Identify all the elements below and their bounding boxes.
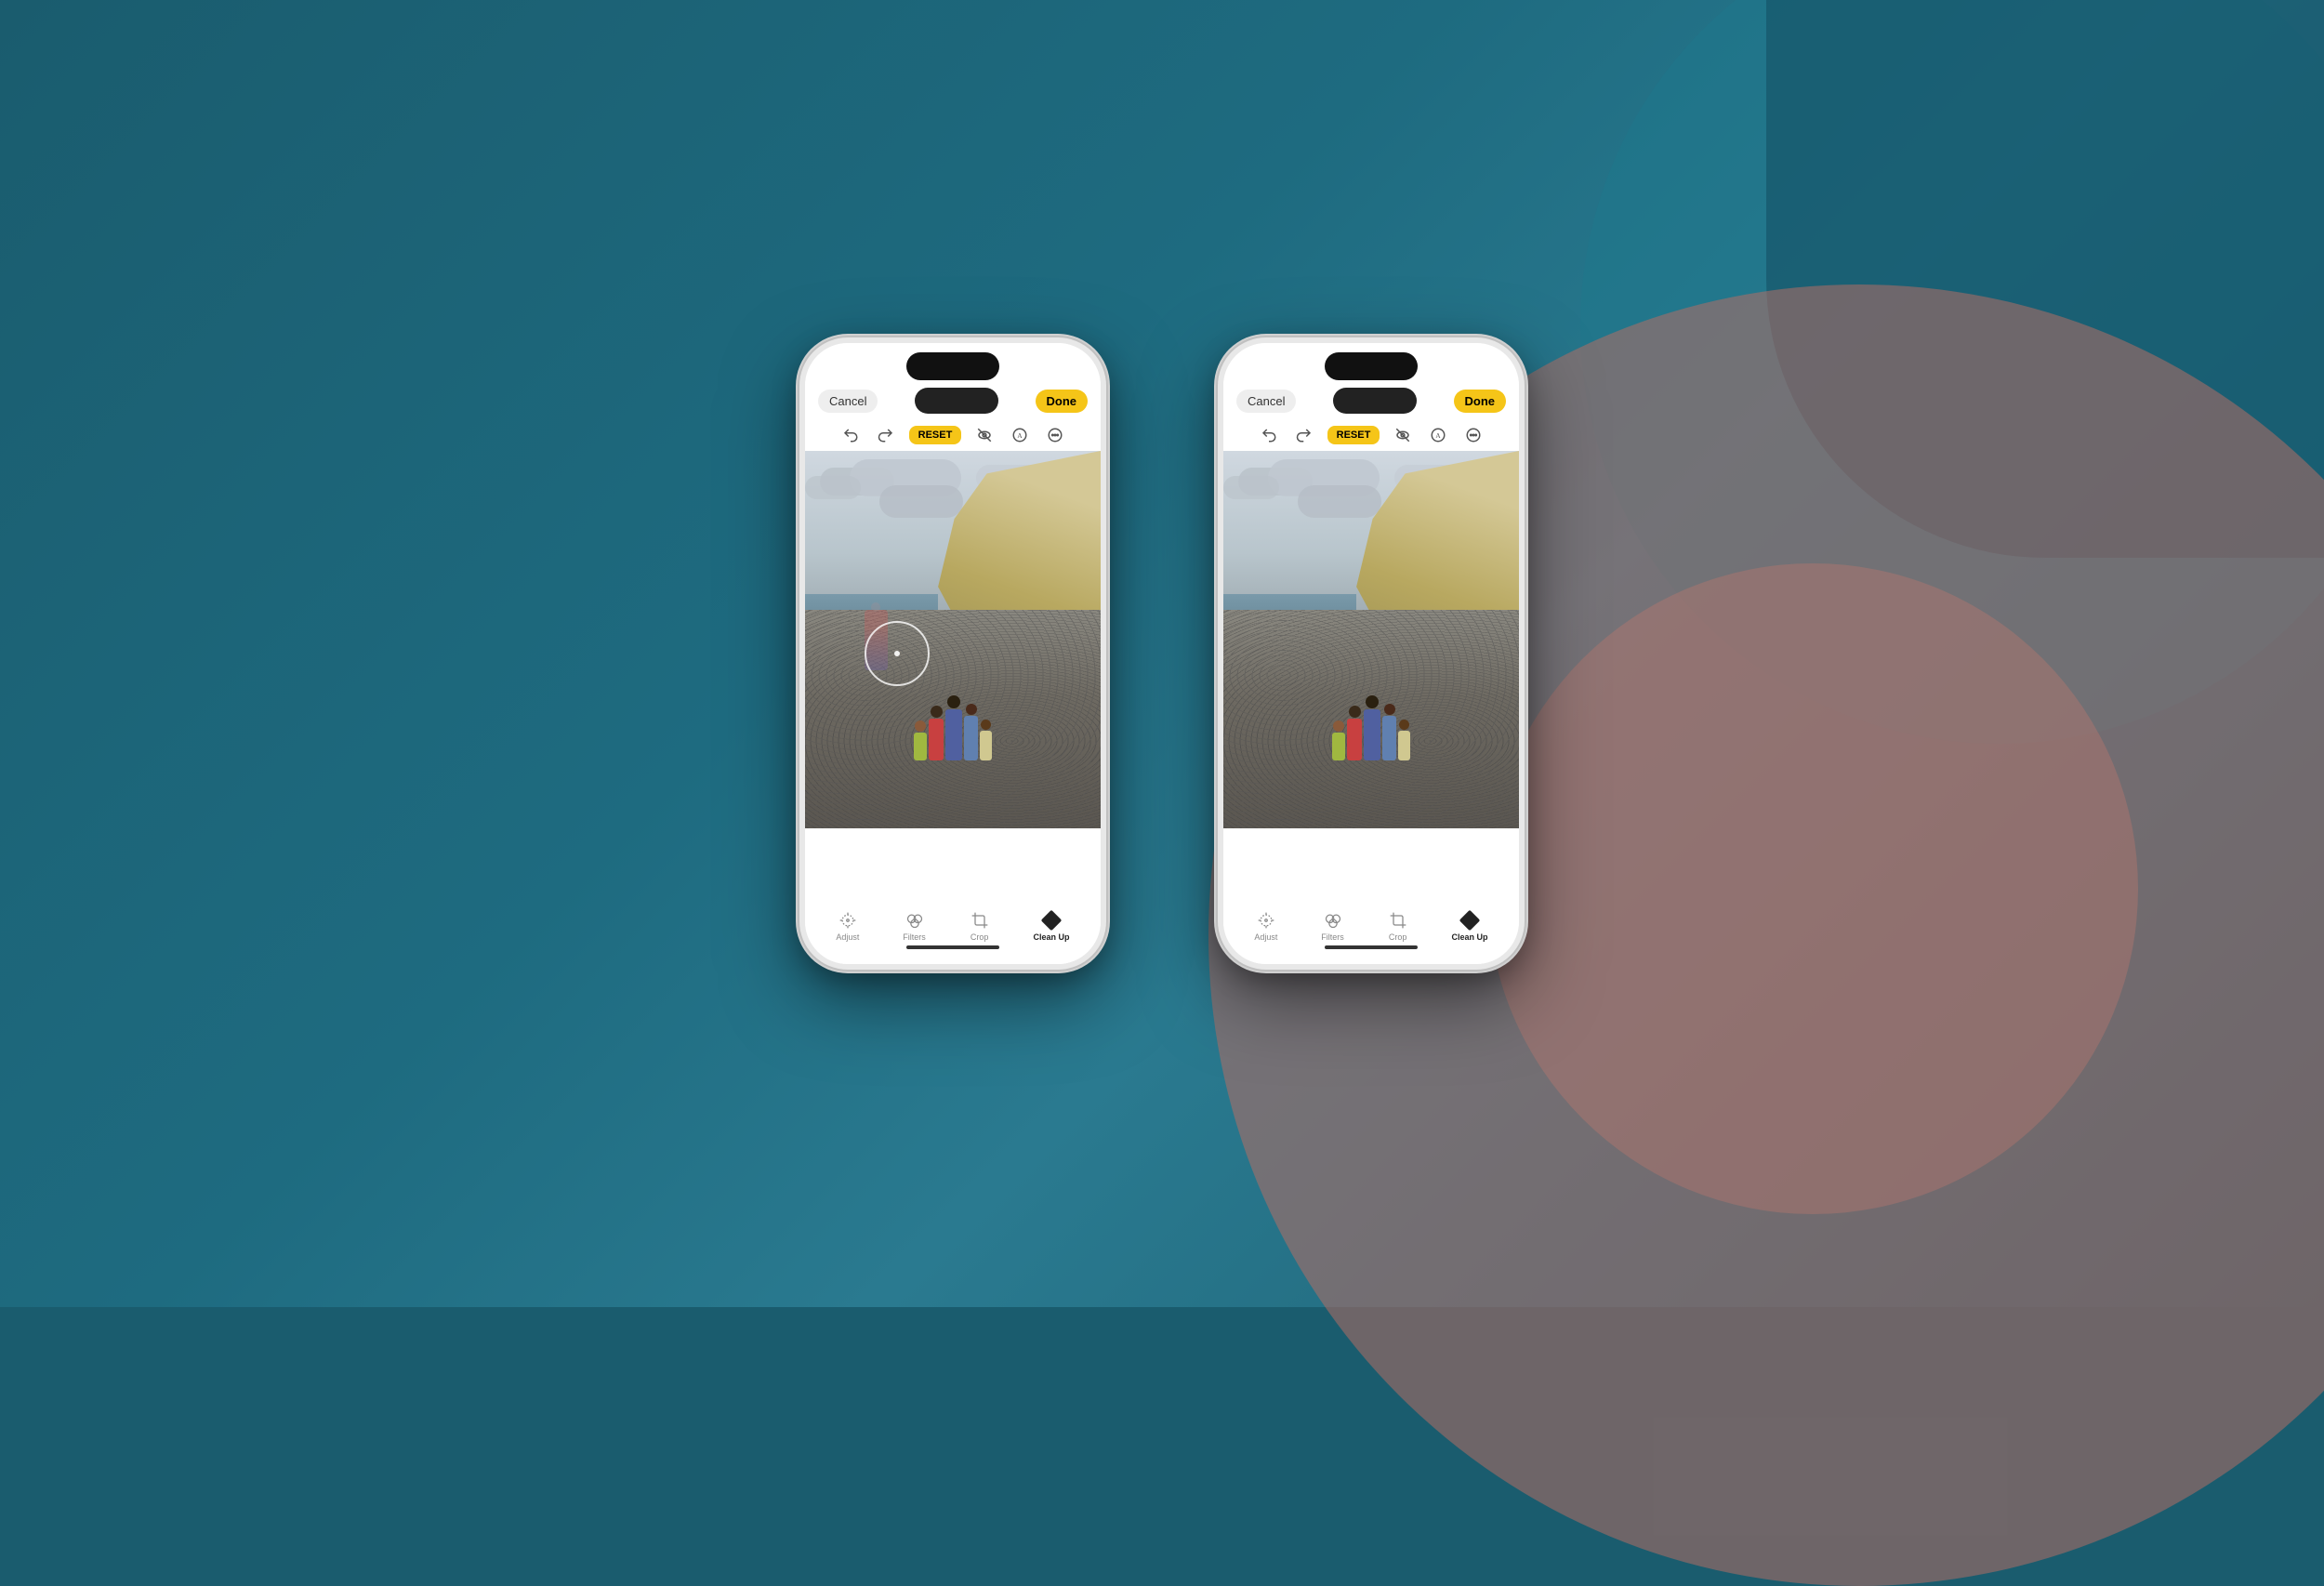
adjust-label-right: Adjust [1254, 932, 1277, 942]
phones-container: Cancel Done RESET [0, 0, 2324, 1307]
photo-area-right[interactable] [1223, 451, 1519, 828]
cancel-button-right[interactable]: Cancel [1236, 390, 1296, 413]
adjust-label-left: Adjust [836, 932, 859, 942]
phone-right: Cancel Done RESET [1218, 337, 1525, 970]
filters-label-left: Filters [903, 932, 926, 942]
tab-filters-right[interactable]: Filters [1321, 910, 1344, 942]
cancel-button-left[interactable]: Cancel [818, 390, 878, 413]
visibility-icon-right[interactable] [1391, 423, 1415, 447]
crop-label-right: Crop [1389, 932, 1407, 942]
text-icon-left[interactable]: A [1008, 423, 1032, 447]
phone-bottom-right: Adjust Filters [1223, 903, 1519, 964]
adjust-icon-right [1256, 910, 1276, 931]
filters-icon-right [1323, 910, 1343, 931]
reset-button-right[interactable]: RESET [1327, 426, 1380, 444]
more-icon-right[interactable] [1461, 423, 1486, 447]
adjust-icon-left [838, 910, 858, 931]
filters-icon-left [905, 910, 925, 931]
undo-icon-left[interactable] [838, 423, 863, 447]
diamond-right [1459, 910, 1481, 932]
cleanup-label-right: Clean Up [1452, 932, 1488, 942]
tab-cleanup-right[interactable]: Clean Up [1452, 910, 1488, 942]
tab-adjust-right[interactable]: Adjust [1254, 910, 1277, 942]
tab-adjust-left[interactable]: Adjust [836, 910, 859, 942]
phone-bottom-left: Adjust Filters [805, 903, 1101, 964]
undo-icon-right[interactable] [1257, 423, 1281, 447]
photo-bg-right [1223, 451, 1519, 828]
ghost-person-left [865, 610, 888, 670]
svg-text:A: A [1436, 431, 1442, 440]
tab-crop-right[interactable]: Crop [1388, 910, 1408, 942]
done-button-right[interactable]: Done [1454, 390, 1507, 413]
tab-crop-left[interactable]: Crop [970, 910, 990, 942]
cleanup-label-left: Clean Up [1034, 932, 1070, 942]
bottom-tabs-right: Adjust Filters [1233, 910, 1510, 942]
cleanup-icon-left [1041, 910, 1062, 931]
photo-area-left[interactable] [805, 451, 1101, 828]
phone-right-toolbar: RESET A [1223, 419, 1519, 451]
svg-text:A: A [1018, 431, 1023, 440]
cleanup-icon-right [1459, 910, 1480, 931]
filters-label-right: Filters [1321, 932, 1344, 942]
people-group-left [914, 695, 992, 760]
ghost-body-left [865, 610, 888, 670]
tab-filters-left[interactable]: Filters [903, 910, 926, 942]
dynamic-island-left [906, 352, 999, 380]
phone-left-toolbar: RESET A [805, 419, 1101, 451]
bottom-tabs-left: Adjust Filters [814, 910, 1091, 942]
done-button-left[interactable]: Done [1036, 390, 1089, 413]
phone-left-inner: Cancel Done RESET [805, 343, 1101, 964]
photo-bg-left [805, 451, 1101, 828]
phone-right-inner: Cancel Done RESET [1223, 343, 1519, 964]
tab-cleanup-left[interactable]: Clean Up [1034, 910, 1070, 942]
diamond-left [1041, 910, 1063, 932]
text-icon-right[interactable]: A [1426, 423, 1450, 447]
visibility-icon-left[interactable] [972, 423, 997, 447]
dynamic-island-right [1325, 352, 1418, 380]
pill-dark-left [915, 388, 998, 414]
phone-left: Cancel Done RESET [799, 337, 1106, 970]
redo-icon-right[interactable] [1292, 423, 1316, 447]
white-panel-left [805, 828, 1101, 903]
white-panel-right [1223, 828, 1519, 903]
crop-label-left: Crop [971, 932, 989, 942]
home-indicator-right [1325, 945, 1418, 949]
people-group-right [1332, 695, 1410, 760]
more-icon-left[interactable] [1043, 423, 1067, 447]
crop-icon-right [1388, 910, 1408, 931]
home-indicator-left [906, 945, 999, 949]
redo-icon-left[interactable] [874, 423, 898, 447]
crop-icon-left [970, 910, 990, 931]
pill-dark-right [1333, 388, 1417, 414]
reset-button-left[interactable]: RESET [909, 426, 962, 444]
